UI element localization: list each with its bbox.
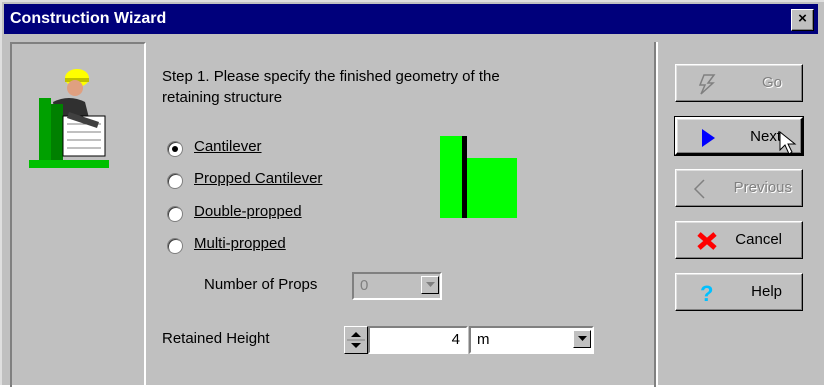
chevron-down-icon	[425, 282, 435, 287]
radio-propped-cantilever[interactable]	[167, 173, 183, 189]
window-title: Construction Wizard	[10, 10, 167, 27]
option-multi-propped-text: Multi-propped	[194, 235, 286, 252]
option-double-propped-label[interactable]: Double-propped	[194, 203, 302, 220]
construction-wizard-window: Construction Wizard × Step 1. Please spe…	[0, 0, 824, 387]
cancel-button[interactable]: Cancel	[675, 221, 803, 259]
step-instruction-line1: Step 1. Please specify the finished geom…	[162, 68, 500, 85]
button-column-divider	[654, 42, 658, 387]
retained-height-input[interactable]: 4	[368, 326, 468, 354]
cantilever-preview-graphic	[440, 136, 517, 218]
option-cantilever-label[interactable]: Cantilever	[194, 138, 262, 155]
option-propped-cantilever-text: Propped Cantilever	[194, 170, 323, 187]
wizard-illustration-panel	[10, 42, 146, 387]
chevron-down-icon	[577, 336, 587, 341]
number-of-props-label: Number of Props	[204, 276, 317, 293]
go-button-label: Go	[761, 74, 782, 91]
red-x-icon	[697, 232, 717, 250]
height-unit-select[interactable]: m	[469, 326, 594, 354]
option-double-propped-text: Double-propped	[194, 203, 302, 220]
option-cantilever-text: Cantilever	[194, 138, 262, 155]
retained-height-value: 4	[451, 331, 460, 348]
help-button-label: Help	[751, 283, 782, 300]
previous-button[interactable]: Previous	[675, 169, 803, 207]
retained-height-text: Retained Height	[162, 330, 270, 347]
height-spinner[interactable]	[344, 326, 368, 354]
help-button[interactable]: ? Help	[675, 273, 803, 311]
chevron-left-icon	[693, 179, 705, 199]
title-bar: Construction Wizard ×	[4, 4, 818, 34]
number-of-props-value: 0	[360, 277, 369, 294]
play-arrow-icon	[702, 129, 715, 147]
construction-worker-icon	[29, 69, 109, 168]
previous-button-label: Previous	[733, 179, 792, 196]
props-dropdown-button[interactable]	[421, 276, 439, 294]
next-button-label: Next	[750, 128, 781, 145]
lightning-icon	[698, 74, 716, 95]
radio-multi-propped[interactable]	[167, 238, 183, 254]
mouse-pointer-icon	[779, 131, 797, 155]
cancel-button-label: Cancel	[735, 231, 782, 248]
number-of-props-text: Number of Props	[204, 276, 318, 293]
option-propped-cantilever-label[interactable]: Propped Cantilever	[194, 170, 322, 187]
radio-double-propped[interactable]	[167, 206, 183, 222]
step-instruction-line2: retaining structure	[162, 89, 283, 106]
svg-text:?: ?	[700, 282, 713, 304]
question-mark-icon: ?	[700, 282, 713, 304]
option-multi-propped-label[interactable]: Multi-propped	[194, 235, 286, 252]
next-button[interactable]: Next	[674, 116, 804, 156]
number-of-props-select[interactable]: 0	[352, 272, 442, 300]
height-unit-value: m	[477, 331, 490, 348]
retained-height-label: Retained Height	[162, 330, 270, 347]
go-button[interactable]: Go	[675, 64, 803, 102]
radio-cantilever[interactable]	[167, 141, 183, 157]
spinner-arrows-icon	[347, 332, 365, 348]
close-button[interactable]: ×	[791, 9, 814, 31]
unit-dropdown-button[interactable]	[573, 330, 591, 348]
